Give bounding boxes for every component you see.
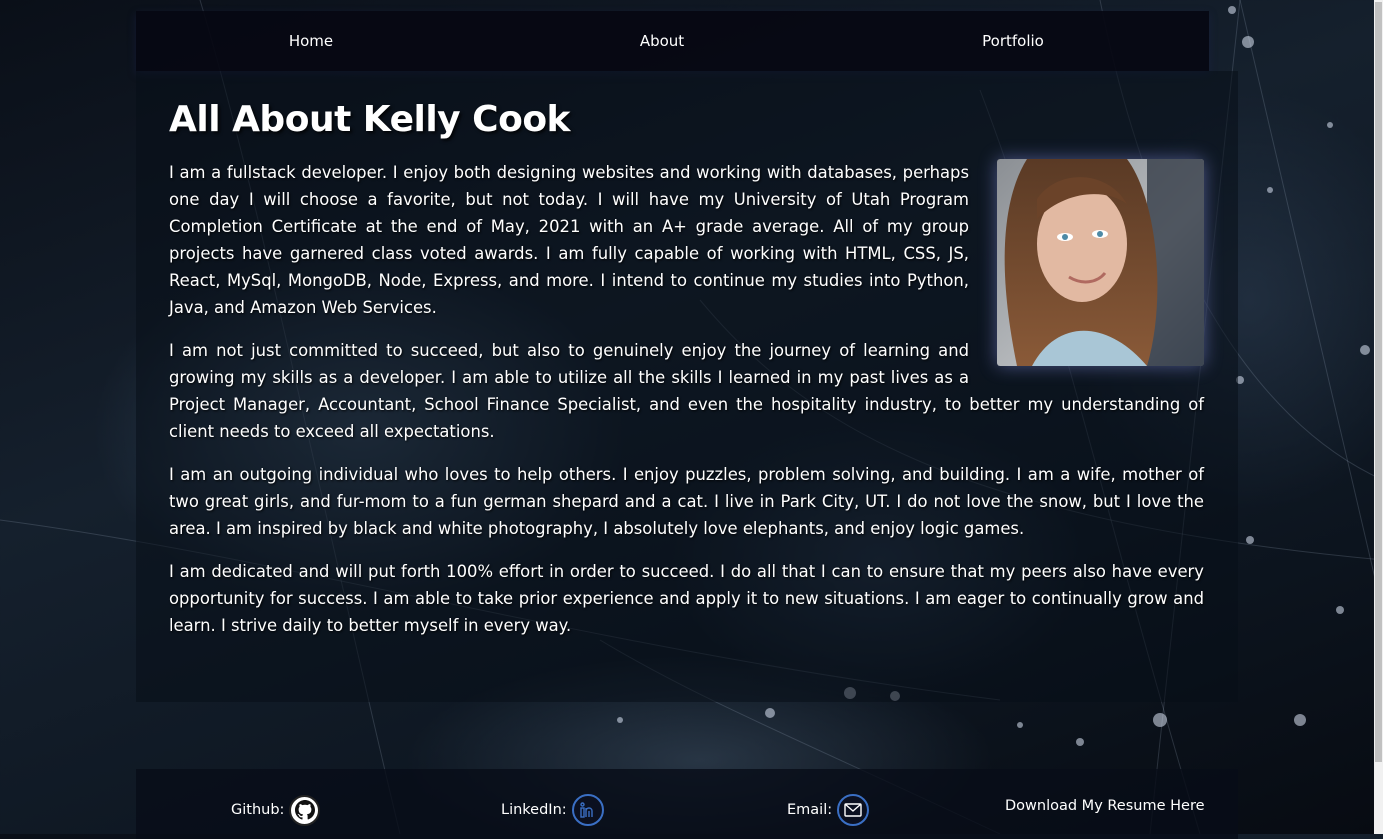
page-title: All About Kelly Cook	[169, 99, 571, 140]
linkedin-icon[interactable]	[571, 794, 604, 826]
bio-paragraph-3: I am an outgoing individual who loves to…	[169, 465, 1204, 538]
nav-link-portfolio[interactable]: Portfolio	[863, 11, 1163, 71]
nav-link-home[interactable]: Home	[161, 11, 461, 71]
github-icon[interactable]	[289, 794, 321, 826]
envelope-icon[interactable]	[837, 794, 870, 826]
bio-text: I am a fullstack developer. I enjoy both…	[169, 159, 1204, 655]
portrait-image	[997, 159, 1204, 366]
linkedin-label: LinkedIn:	[501, 802, 567, 818]
email-label: Email:	[787, 802, 833, 818]
github-label: Github:	[231, 802, 285, 818]
footer: Github: LinkedIn: Email: Download My Res…	[136, 769, 1238, 839]
footer-email: Email:	[787, 794, 870, 826]
nav-link-about[interactable]: About	[512, 11, 812, 71]
bio-paragraph-4: I am dedicated and will put forth 100% e…	[169, 562, 1204, 635]
footer-linkedin: LinkedIn:	[501, 794, 604, 826]
download-resume-link[interactable]: Download My Resume Here	[1005, 791, 1205, 821]
footer-github: Github:	[231, 794, 321, 826]
profile-photo	[997, 159, 1204, 366]
scrollbar-thumb[interactable]	[1375, 2, 1382, 762]
about-section: All About Kelly Cook I am a fullstack de…	[136, 71, 1238, 702]
top-navbar: Home About Portfolio	[136, 11, 1209, 71]
page-scrollbar[interactable]	[1374, 0, 1383, 834]
